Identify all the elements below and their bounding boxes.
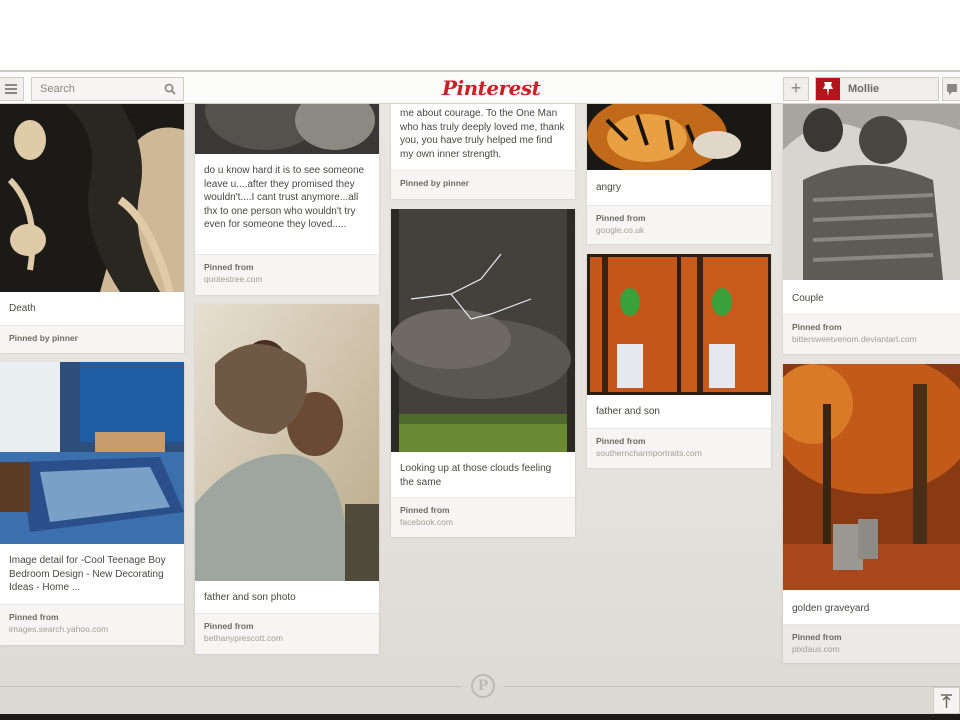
- window-top-blank: [0, 0, 960, 70]
- user-name: Mollie: [848, 83, 880, 95]
- pin-golden-graveyard[interactable]: golden graveyard Pinned from pixdaus.com: [783, 364, 960, 663]
- pin-image[interactable]: [391, 209, 575, 452]
- source-link[interactable]: southerncharmportraits.com: [596, 448, 702, 458]
- source-link[interactable]: google.co.uk: [596, 225, 644, 235]
- pin-quote[interactable]: do u know hard it is to see someone leav…: [195, 90, 379, 295]
- add-pin-button[interactable]: +: [783, 77, 809, 101]
- pin-father-son-photo[interactable]: father and son photo Pinned from bethany…: [195, 304, 379, 654]
- pinned-label: Pinned from: [792, 322, 842, 332]
- pinned-label: Pinned by pinner: [400, 178, 469, 188]
- pin-description: Couple: [792, 293, 824, 304]
- scroll-to-top-button[interactable]: [933, 687, 960, 714]
- pin-image[interactable]: [783, 364, 960, 590]
- menu-icon: [5, 84, 17, 86]
- pinned-label: Pinned from: [204, 262, 254, 272]
- user-pin-badge: [816, 78, 840, 100]
- pin-attribution[interactable]: Pinned from bittersweetvenom.deviantart.…: [783, 314, 960, 354]
- bottom-window-edge: [0, 714, 960, 720]
- search-icon[interactable]: [164, 83, 176, 95]
- pin-attribution[interactable]: Pinned from facebook.com: [391, 497, 575, 537]
- pin-description: father and son: [596, 406, 660, 417]
- pin-description: do u know hard it is to see someone leav…: [204, 165, 365, 230]
- pin-description: angry: [596, 182, 622, 193]
- pinned-label: Pinned by pinner: [9, 333, 78, 343]
- plus-icon: +: [790, 78, 802, 98]
- source-link[interactable]: bittersweetvenom.deviantart.com: [792, 334, 917, 344]
- pin-image[interactable]: [0, 90, 184, 292]
- search-box: [31, 77, 184, 101]
- pin-image[interactable]: [783, 90, 960, 280]
- father-son-photo-image: [195, 304, 379, 581]
- pinned-label: Pinned from: [400, 505, 450, 515]
- top-nav-bar: Pinterest + Mollie: [0, 70, 960, 104]
- source-link[interactable]: pixdaus.com: [792, 644, 840, 654]
- storm-clouds-image: [391, 209, 575, 452]
- pin-attribution[interactable]: Pinned from quotestree.com: [195, 254, 379, 295]
- pinterest-footer-logo-icon[interactable]: P: [471, 674, 495, 698]
- messages-button[interactable]: [942, 77, 960, 101]
- pinned-label: Pinned from: [204, 621, 254, 631]
- pin-description: father and son photo: [204, 592, 296, 603]
- pin-couple[interactable]: Couple Pinned from bittersweetvenom.devi…: [783, 90, 960, 354]
- search-input[interactable]: [32, 78, 160, 100]
- pin-description: golden graveyard: [792, 603, 870, 614]
- source-link[interactable]: images.search.yahoo.com: [9, 624, 108, 634]
- pin-description: me about courage. To the One Man who has…: [400, 108, 565, 160]
- couple-image: [783, 90, 960, 280]
- pin-description: Image detail for -Cool Teenage Boy Bedro…: [9, 555, 166, 593]
- menu-button[interactable]: [0, 77, 24, 101]
- speech-bubble-icon: [947, 84, 957, 95]
- pinned-label: Pinned from: [596, 213, 646, 223]
- father-son-forest-image: [587, 254, 771, 395]
- source-link[interactable]: bethanyprescott.com: [204, 633, 283, 643]
- source-link[interactable]: facebook.com: [400, 517, 453, 527]
- skeleton-art-image: [0, 90, 184, 292]
- pin-bedroom[interactable]: Image detail for -Cool Teenage Boy Bedro…: [0, 362, 184, 645]
- arrow-up-icon: [941, 694, 952, 708]
- pinned-label: Pinned from: [792, 632, 842, 642]
- source-link[interactable]: quotestree.com: [204, 274, 263, 284]
- menu-icon-line: [5, 88, 17, 90]
- pin-image[interactable]: [195, 304, 379, 581]
- pin-courage-quote[interactable]: me about courage. To the One Man who has…: [391, 90, 575, 199]
- pin-description: Death: [9, 303, 36, 314]
- pin-attribution[interactable]: Pinned from southerncharmportraits.com: [587, 428, 771, 468]
- footer-divider-right: [504, 686, 960, 687]
- pin-attribution[interactable]: Pinned from bethanyprescott.com: [195, 613, 379, 654]
- pin-image[interactable]: [0, 362, 184, 544]
- pinned-label: Pinned from: [596, 436, 646, 446]
- pin-attribution[interactable]: Pinned by pinner: [0, 325, 184, 353]
- pin-attribution[interactable]: Pinned from pixdaus.com: [783, 624, 960, 663]
- pinterest-page: Death Pinned by pinner Image detail for …: [0, 70, 960, 720]
- pin-attribution[interactable]: Pinned from google.co.uk: [587, 205, 771, 244]
- pin-attribution[interactable]: Pinned by pinner: [391, 170, 575, 199]
- pushpin-icon: [823, 82, 833, 96]
- pin-image[interactable]: [587, 254, 771, 395]
- pin-angry[interactable]: angry Pinned from google.co.uk: [587, 90, 771, 244]
- pinterest-logo[interactable]: Pinterest: [442, 76, 541, 100]
- pin-clouds[interactable]: Looking up at those clouds feeling the s…: [391, 209, 575, 537]
- bedroom-image: [0, 362, 184, 544]
- footer-divider-left: [0, 686, 462, 687]
- menu-icon-line: [5, 92, 17, 94]
- pin-description: Looking up at those clouds feeling the s…: [400, 463, 552, 488]
- pin-attribution[interactable]: Pinned from images.search.yahoo.com: [0, 604, 184, 645]
- pin-father-and-son[interactable]: father and son Pinned from southerncharm…: [587, 254, 771, 468]
- user-menu-button[interactable]: Mollie: [815, 77, 939, 101]
- pinned-label: Pinned from: [9, 612, 59, 622]
- autumn-graveyard-image: [783, 364, 960, 590]
- pin-death[interactable]: Death Pinned by pinner: [0, 90, 184, 353]
